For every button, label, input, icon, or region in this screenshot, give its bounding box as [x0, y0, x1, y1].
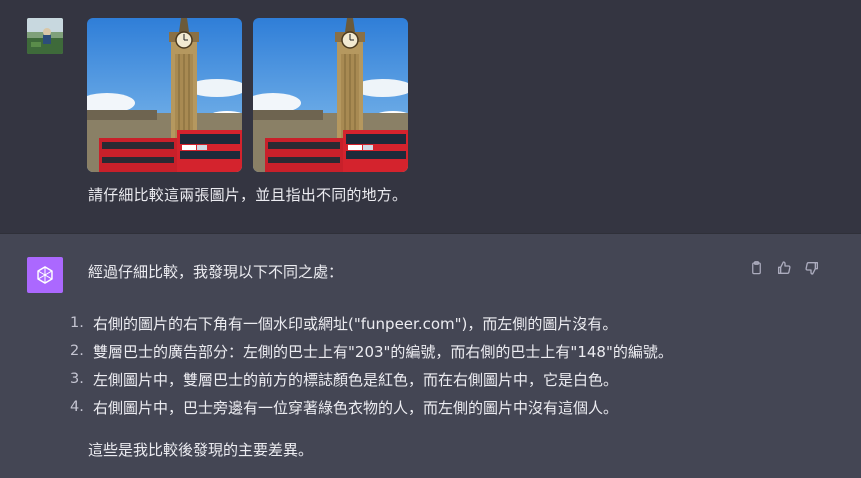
thumbs-up-icon[interactable]: [776, 259, 792, 277]
list-item: 1. 右側的圖片的右下角有一個水印或網址("funpeer.com")，而左側的圖…: [70, 314, 618, 333]
thumbs-down-icon[interactable]: [804, 259, 820, 277]
user-message: 請仔細比較這兩張圖片，並且指出不同的地方。: [0, 0, 861, 233]
assistant-conclusion: 這些是我比較後發現的主要差異。: [88, 441, 314, 459]
big-ben-image-left[interactable]: [87, 18, 242, 172]
assistant-avatar: [27, 257, 63, 293]
assistant-intro: 經過仔細比較，我發現以下不同之處：: [88, 263, 344, 281]
list-item: 4. 右側圖片中，巴士旁邊有一位穿著綠色衣物的人，而左側的圖片中沒有這個人。: [70, 398, 619, 417]
list-item: 3. 左側圖片中，雙層巴士的前方的標誌顏色是紅色，而在右側圖片中，它是白色。: [70, 370, 619, 389]
difference-list: 1. 右側的圖片的右下角有一個水印或網址("funpeer.com")，而左側的圖…: [70, 309, 673, 421]
big-ben-image-right[interactable]: [253, 18, 408, 172]
user-message-text: 請仔細比較這兩張圖片，並且指出不同的地方。: [88, 186, 408, 204]
user-avatar: [27, 18, 63, 54]
assistant-message: 經過仔細比較，我發現以下不同之處： 1. 右側的圖片的右下角有一個水印或網址("f…: [0, 233, 861, 478]
clipboard-icon[interactable]: [748, 259, 764, 277]
openai-logo-icon: [37, 266, 53, 284]
message-actions: [748, 259, 820, 277]
list-item: 2. 雙層巴士的廣告部分：左側的巴士上有"203"的編號，而右側的巴士上有"148…: [70, 342, 673, 361]
